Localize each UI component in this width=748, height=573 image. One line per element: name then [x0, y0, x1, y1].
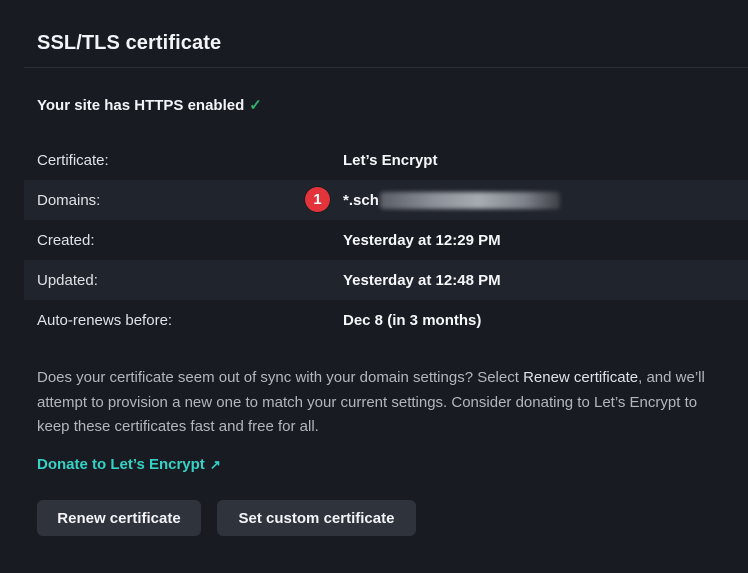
ssl-tls-panel: SSL/TLS certificate Your site has HTTPS …	[0, 0, 748, 573]
title-divider	[24, 67, 748, 68]
detail-value: Yesterday at 12:29 PM	[343, 231, 501, 249]
detail-row-auto-renews: Auto-renews before: Dec 8 (in 3 months)	[24, 300, 748, 340]
detail-value: Yesterday at 12:48 PM	[343, 271, 501, 289]
detail-value: *.sch	[343, 191, 379, 209]
detail-row-certificate: Certificate: Let’s Encrypt	[24, 140, 748, 180]
detail-label: Created:	[37, 231, 95, 249]
detail-value: Dec 8 (in 3 months)	[343, 311, 482, 329]
detail-label: Certificate:	[37, 151, 109, 169]
https-status: Your site has HTTPS enabled ✓	[37, 96, 262, 115]
set-custom-certificate-button[interactable]: Set custom certificate	[217, 500, 416, 536]
section-title: SSL/TLS certificate	[37, 32, 222, 54]
annotation-badge: 1	[305, 187, 330, 212]
https-status-text: Your site has HTTPS enabled	[37, 96, 245, 114]
detail-row-updated: Updated: Yesterday at 12:48 PM	[24, 260, 748, 300]
external-arrow-icon: ↗	[209, 456, 221, 472]
redacted-domain	[380, 192, 560, 209]
renew-certificate-button[interactable]: Renew certificate	[37, 500, 201, 536]
detail-label: Updated:	[37, 271, 98, 289]
detail-row-domains: Domains: 1 *.sch	[24, 180, 748, 220]
detail-value: Let’s Encrypt	[343, 151, 438, 169]
renew-description: Does your certificate seem out of sync w…	[37, 366, 727, 440]
donate-link[interactable]: Donate to Let’s Encrypt ↗	[37, 456, 221, 473]
detail-label: Auto-renews before:	[37, 311, 173, 329]
certificate-details: Certificate: Let’s Encrypt Domains: 1 *.…	[24, 140, 748, 340]
checkmark-icon: ✓	[249, 97, 262, 114]
detail-label: Domains:	[37, 191, 101, 209]
donate-link-label: Donate to Let’s Encrypt	[37, 456, 205, 473]
description-part1: Does your certificate seem out of sync w…	[37, 369, 524, 386]
description-emphasis: Renew certificate	[523, 369, 639, 386]
detail-row-created: Created: Yesterday at 12:29 PM	[24, 220, 748, 260]
